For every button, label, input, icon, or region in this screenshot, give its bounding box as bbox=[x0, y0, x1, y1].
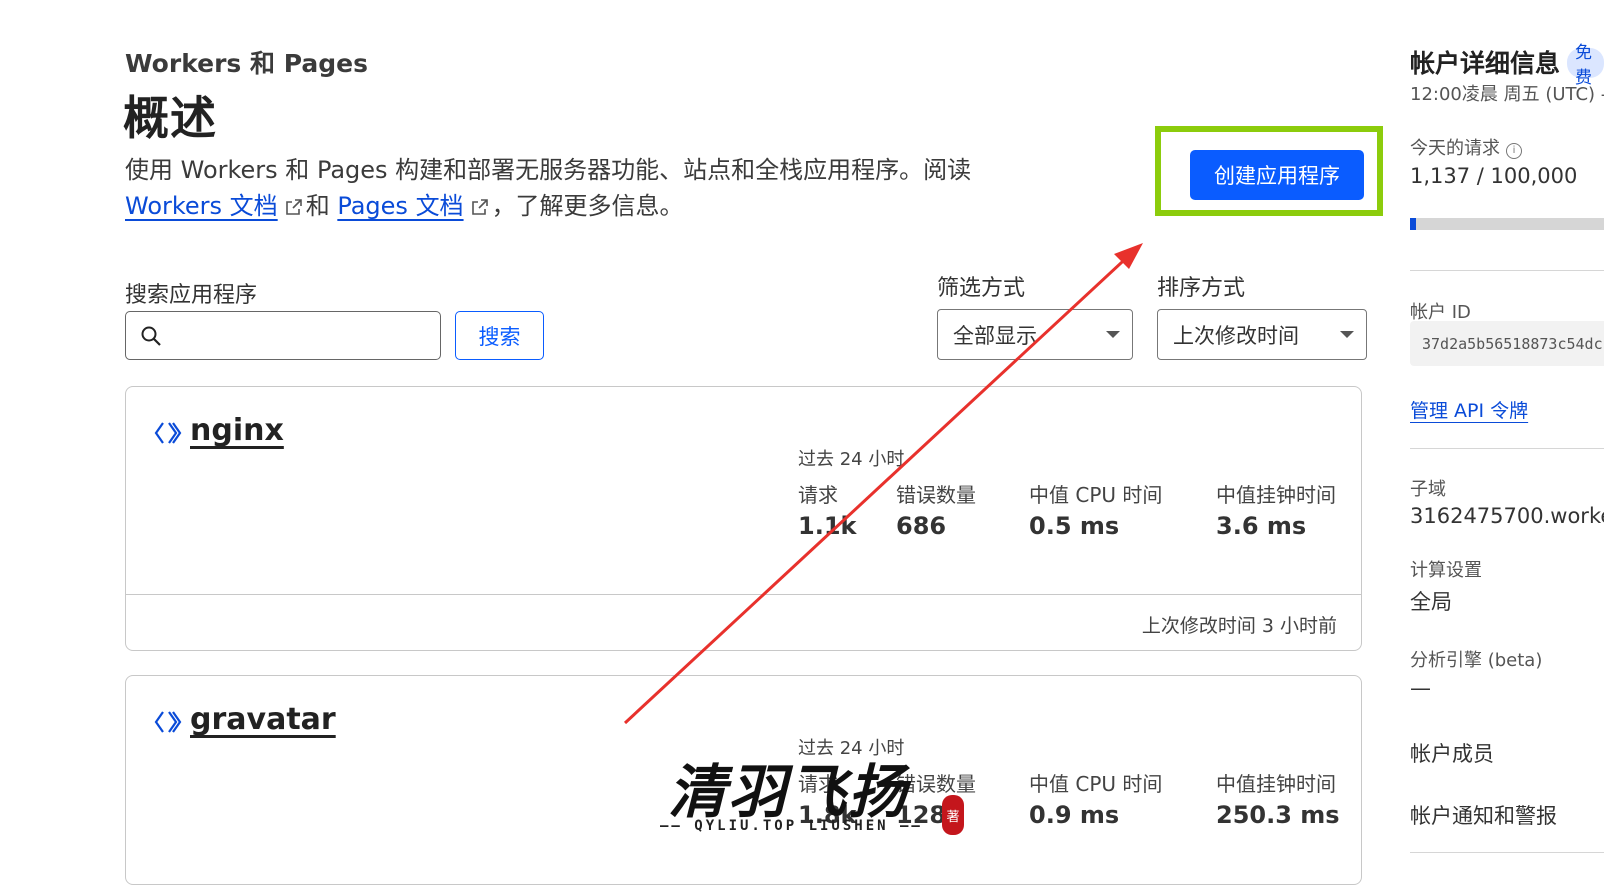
pages-docs-link[interactable]: Pages 文档 bbox=[337, 192, 463, 220]
workers-docs-link[interactable]: Workers 文档 bbox=[125, 192, 278, 220]
requests-progress-bar bbox=[1410, 218, 1604, 230]
compute-settings-label: 计算设置 bbox=[1410, 560, 1482, 581]
errors-value: 686 bbox=[896, 512, 947, 540]
description-text: 使用 Workers 和 Pages 构建和部署无服务器功能、站点和全栈应用程序… bbox=[125, 156, 972, 184]
stats-period: 过去 24 小时 bbox=[798, 449, 905, 470]
account-details-title: 帐户详细信息 bbox=[1410, 49, 1561, 78]
search-icon bbox=[141, 326, 161, 346]
description-connector: 和 bbox=[305, 192, 330, 220]
today-requests-value: 1,137 / 100,000 bbox=[1410, 164, 1578, 188]
external-link-icon bbox=[470, 191, 490, 215]
wall-time-value: 250.3 ms bbox=[1216, 801, 1340, 829]
subdomain-value: 3162475700.workers bbox=[1410, 504, 1604, 528]
subdomain-label: 子域 bbox=[1410, 479, 1446, 500]
page-description: 使用 Workers 和 Pages 构建和部署无服务器功能、站点和全栈应用程序… bbox=[125, 152, 985, 224]
wall-time-label: 中值挂钟时间 bbox=[1216, 483, 1336, 507]
breadcrumb: Workers 和 Pages bbox=[125, 49, 368, 78]
cpu-time-value: 0.5 ms bbox=[1029, 512, 1120, 540]
today-requests-label-text: 今天的请求 bbox=[1410, 138, 1500, 159]
page-title: 概述 bbox=[123, 91, 217, 145]
chevron-down-icon bbox=[1106, 331, 1120, 338]
filter-selected-value: 全部显示 bbox=[953, 323, 1037, 348]
watermark-seal: 著 bbox=[942, 795, 964, 835]
cpu-time-value: 0.9 ms bbox=[1029, 801, 1120, 829]
divider bbox=[1410, 448, 1604, 449]
search-field[interactable] bbox=[125, 311, 441, 360]
worker-chevron-icon bbox=[154, 422, 182, 444]
today-requests-label: 今天的请求 i bbox=[1410, 134, 1522, 160]
divider bbox=[1410, 270, 1604, 271]
cpu-time-label: 中值 CPU 时间 bbox=[1029, 483, 1163, 507]
account-members-link[interactable]: 帐户成员 bbox=[1410, 738, 1494, 768]
external-link-icon bbox=[284, 191, 304, 215]
app-name-link[interactable]: gravatar bbox=[190, 702, 336, 737]
worker-chevron-icon bbox=[154, 711, 182, 733]
errors-label: 错误数量 bbox=[896, 483, 976, 507]
info-icon[interactable]: i bbox=[1506, 143, 1522, 159]
search-input[interactable] bbox=[170, 320, 434, 352]
card-footer: 上次修改时间 3 小时前 bbox=[126, 594, 1361, 650]
filter-label: 筛选方式 bbox=[937, 276, 1026, 301]
wall-time-label: 中值挂钟时间 bbox=[1216, 772, 1336, 796]
app-card: nginx 过去 24 小时 请求 1.1k 错误数量 686 中值 CPU 时… bbox=[125, 386, 1362, 651]
watermark: 清羽飞扬 —— QYLIU.TOP LIUSHEN —— 著 bbox=[660, 745, 990, 845]
compute-settings-value: 全局 bbox=[1410, 590, 1452, 614]
account-notifications-link[interactable]: 帐户通知和警报 bbox=[1410, 800, 1557, 830]
wall-time-value: 3.6 ms bbox=[1216, 512, 1307, 540]
manage-api-tokens-link[interactable]: 管理 API 令牌 bbox=[1410, 396, 1528, 423]
last-modified: 上次修改时间 3 小时前 bbox=[1141, 615, 1337, 637]
description-end: ，了解更多信息。 bbox=[491, 192, 684, 220]
requests-value: 1.1k bbox=[798, 512, 857, 540]
requests-progress-fill bbox=[1410, 218, 1416, 230]
analytics-engine-value: — bbox=[1410, 676, 1431, 700]
account-id-value[interactable]: 37d2a5b56518873c54dc bbox=[1410, 321, 1604, 366]
requests-label: 请求 bbox=[798, 483, 838, 507]
cpu-time-label: 中值 CPU 时间 bbox=[1029, 772, 1163, 796]
plan-badge: 免费 bbox=[1567, 43, 1604, 88]
search-label: 搜索应用程序 bbox=[125, 283, 258, 308]
sort-selected-value: 上次修改时间 bbox=[1173, 323, 1299, 348]
filter-select[interactable]: 全部显示 bbox=[937, 309, 1133, 360]
divider bbox=[1410, 852, 1604, 853]
analytics-engine-label: 分析引擎 (beta) bbox=[1410, 650, 1543, 671]
app-name-link[interactable]: nginx bbox=[190, 413, 284, 448]
watermark-title: 清羽飞扬 bbox=[668, 758, 909, 826]
create-application-button[interactable]: 创建应用程序 bbox=[1190, 150, 1364, 200]
sort-label: 排序方式 bbox=[1157, 276, 1246, 301]
watermark-subtitle: —— QYLIU.TOP LIUSHEN —— bbox=[660, 818, 923, 834]
reset-time: 12:00凌晨 周五 (UTC) - bbox=[1410, 84, 1604, 105]
search-button[interactable]: 搜索 bbox=[455, 311, 544, 360]
chevron-down-icon bbox=[1340, 331, 1354, 338]
sort-select[interactable]: 上次修改时间 bbox=[1157, 309, 1367, 360]
